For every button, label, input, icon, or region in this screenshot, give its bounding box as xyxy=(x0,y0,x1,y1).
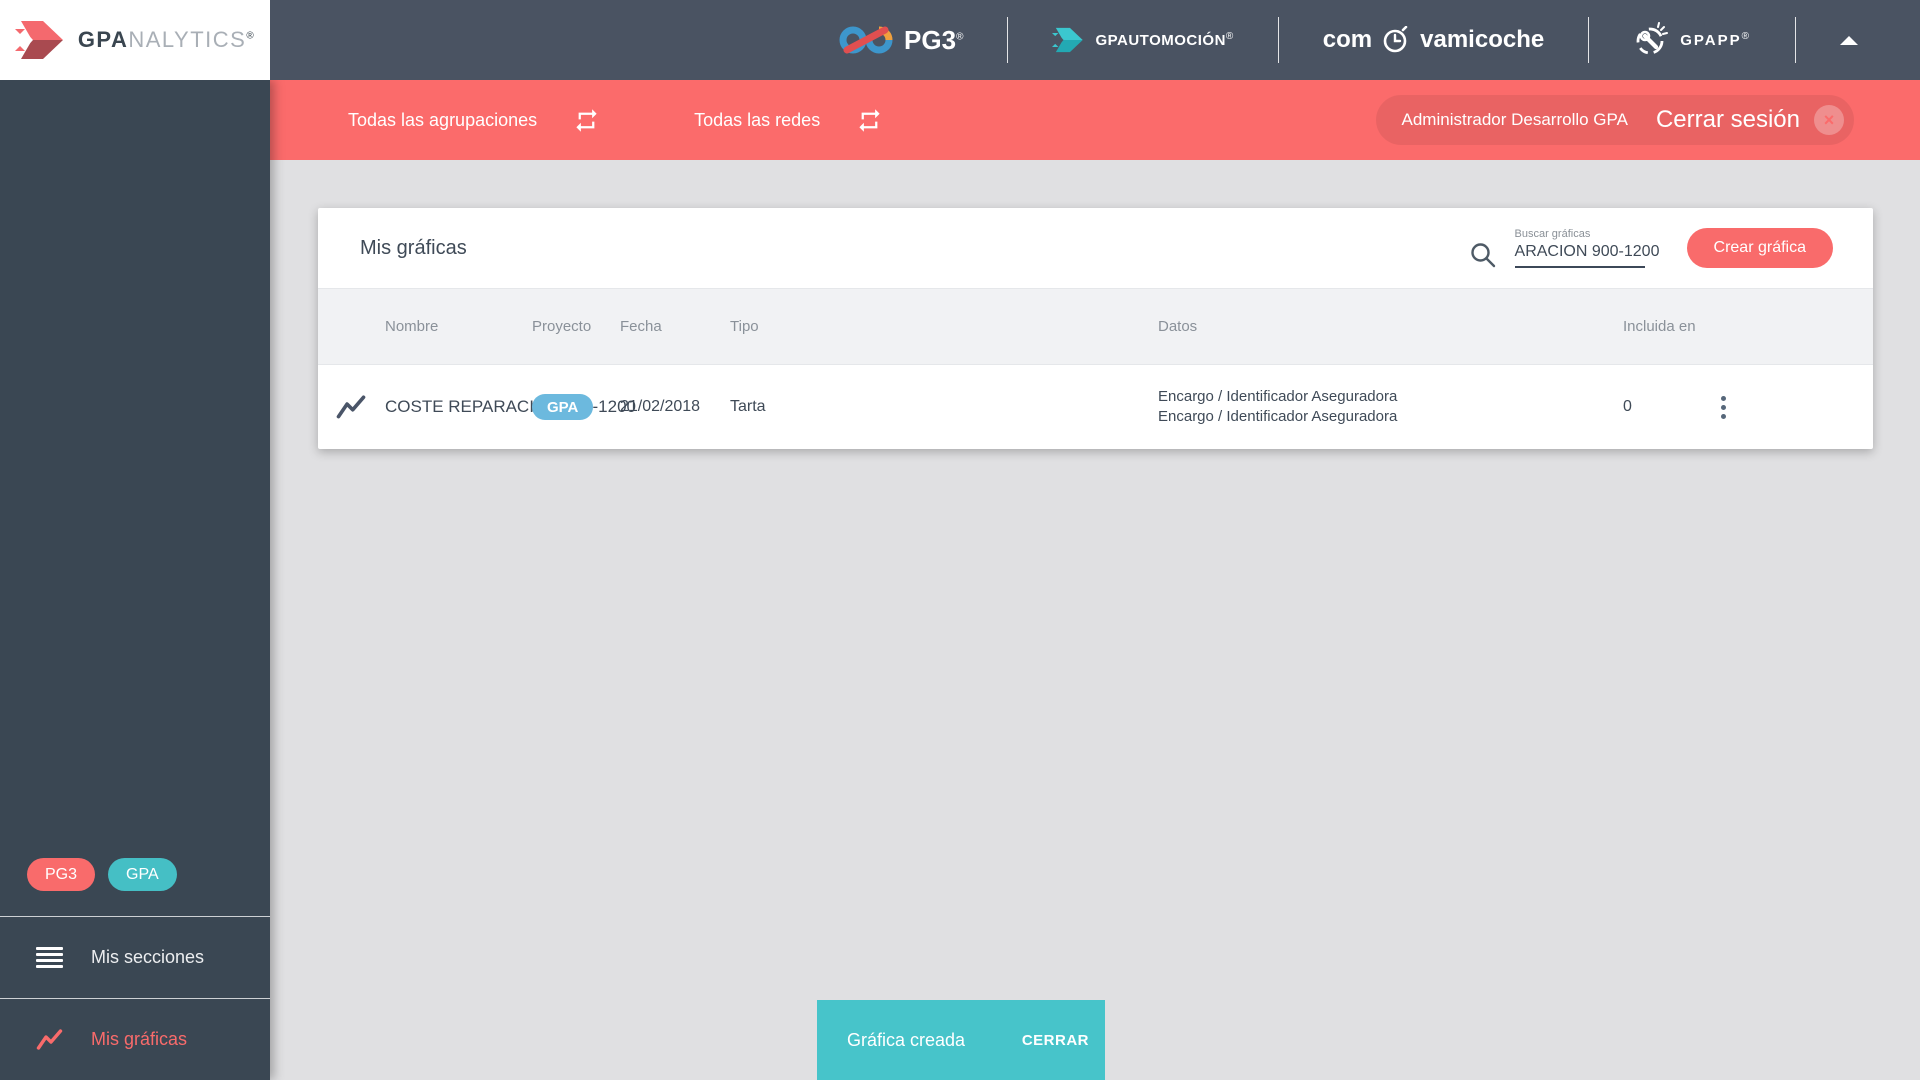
badge-pg3[interactable]: PG3 xyxy=(27,858,96,891)
divider xyxy=(1795,17,1796,63)
filter-redes[interactable]: Todas las redes xyxy=(694,107,883,134)
filter-agrupaciones[interactable]: Todas las agrupaciones xyxy=(348,107,600,134)
included-in-count: 0 xyxy=(1623,398,1632,415)
sidebar-item-label: Mis gráficas xyxy=(91,1029,188,1049)
search-input[interactable]: Buscar gráficas ARACION 900-1200 xyxy=(1514,228,1659,268)
top-header-bar: GPANALYTICS® PG3® GPAUTOMOCIÓN® com vami… xyxy=(0,0,1920,80)
logged-user-label: Administrador Desarrollo GPA xyxy=(1401,110,1628,129)
column-header-nombre: Nombre xyxy=(385,318,439,335)
filter-redes-label: Todas las redes xyxy=(694,109,821,130)
card-header: Mis gráficas Buscar gráficas ARACION 900… xyxy=(318,208,1873,288)
gpapp-logo[interactable]: GPAPP® xyxy=(1633,22,1751,58)
gpapp-wrench-icon xyxy=(1636,22,1669,55)
main-content: Mis gráficas Buscar gráficas ARACION 900… xyxy=(270,160,1920,1080)
sidebar-badges: PG3 GPA xyxy=(0,858,270,916)
gpautomocion-label: GPAUTOMOCIÓN® xyxy=(1095,31,1234,49)
divider xyxy=(1277,17,1279,63)
gpautomocion-arrow-icon xyxy=(1052,27,1084,53)
badge-gpa[interactable]: GPA xyxy=(108,858,177,891)
search-icon[interactable] xyxy=(1469,241,1497,269)
sidebar: PG3 GPA Mis secciones Mis gráficas xyxy=(0,80,270,1080)
filter-agrupaciones-label: Todas las agrupaciones xyxy=(348,109,538,130)
comprovamicoche-label-right: vamicoche xyxy=(1420,26,1545,53)
swap-icon xyxy=(576,108,597,132)
sidebar-item-mis-secciones[interactable]: Mis secciones xyxy=(0,917,270,998)
collapse-header-arrow-icon[interactable] xyxy=(1840,35,1858,45)
search-area: Buscar gráficas ARACION 900-1200 Crear g… xyxy=(1469,227,1833,269)
row-menu-kebab-icon[interactable] xyxy=(1713,388,1734,427)
chart-type: Tarta xyxy=(730,398,766,415)
line-chart-icon xyxy=(36,1028,63,1050)
column-header-fecha: Fecha xyxy=(620,318,662,335)
create-chart-button[interactable]: Crear gráfica xyxy=(1686,228,1833,268)
chart-date: 21/02/2018 xyxy=(620,398,701,415)
clock-icon xyxy=(1383,26,1408,53)
sections-list-icon xyxy=(36,947,63,968)
page-title: Mis gráficas xyxy=(360,236,467,259)
toast-notification: Gráfica creada CERRAR xyxy=(817,1000,1105,1080)
toast-message: Gráfica creada xyxy=(847,1029,966,1050)
gpanalytics-wordmark: GPANALYTICS® xyxy=(77,27,256,52)
logout-button[interactable]: Cerrar sesión × xyxy=(1656,105,1844,135)
search-input-value: ARACION 900-1200 xyxy=(1514,243,1660,260)
logout-close-icon[interactable]: × xyxy=(1814,105,1844,135)
project-badge: GPA xyxy=(532,394,594,420)
pg3-logo[interactable]: PG3® xyxy=(839,24,963,56)
divider xyxy=(1588,17,1590,63)
pg3-infinity-icon xyxy=(839,26,893,54)
logout-label: Cerrar sesión xyxy=(1655,106,1800,133)
comprovamicoche-label-left: com xyxy=(1322,26,1373,53)
table-header: Nombre Proyecto Fecha Tipo Datos Incluid… xyxy=(318,288,1873,365)
sidebar-item-mis-graficas[interactable]: Mis gráficas xyxy=(0,999,270,1080)
session-pill: Administrador Desarrollo GPA Cerrar sesi… xyxy=(1375,95,1854,145)
chart-data-fields: Encargo / Identificador Aseguradora Enca… xyxy=(1158,388,1398,425)
column-header-datos: Datos xyxy=(1158,318,1198,335)
filter-bar: Todas las agrupaciones Todas las redes A… xyxy=(270,80,1920,160)
search-input-label: Buscar gráficas xyxy=(1514,228,1591,240)
column-header-proyecto: Proyecto xyxy=(532,318,592,335)
charts-card: Mis gráficas Buscar gráficas ARACION 900… xyxy=(318,208,1873,449)
line-chart-icon xyxy=(336,394,366,418)
toast-close-button[interactable]: CERRAR xyxy=(1022,1032,1089,1049)
column-header-incluida-en: Incluida en xyxy=(1623,318,1696,335)
table-row[interactable]: COSTE REPARACION 900-1200 GPA 21/02/2018… xyxy=(318,365,1873,449)
gpautomocion-logo[interactable]: GPAUTOMOCIÓN® xyxy=(1052,26,1233,54)
partner-logos: PG3® GPAUTOMOCIÓN® com vamicoche GPAPP® xyxy=(839,17,1858,63)
swap-icon xyxy=(859,108,880,132)
sidebar-item-label: Mis secciones xyxy=(91,947,205,967)
gpanalytics-arrow-icon xyxy=(14,21,63,59)
comprovamicoche-logo[interactable]: com vamicoche xyxy=(1323,26,1544,54)
gpanalytics-logo[interactable]: GPANALYTICS® xyxy=(0,0,270,80)
pg3-label: PG3® xyxy=(904,24,964,55)
gpapp-label: GPAPP® xyxy=(1680,31,1751,49)
divider xyxy=(1007,17,1009,63)
column-header-tipo: Tipo xyxy=(730,318,759,335)
